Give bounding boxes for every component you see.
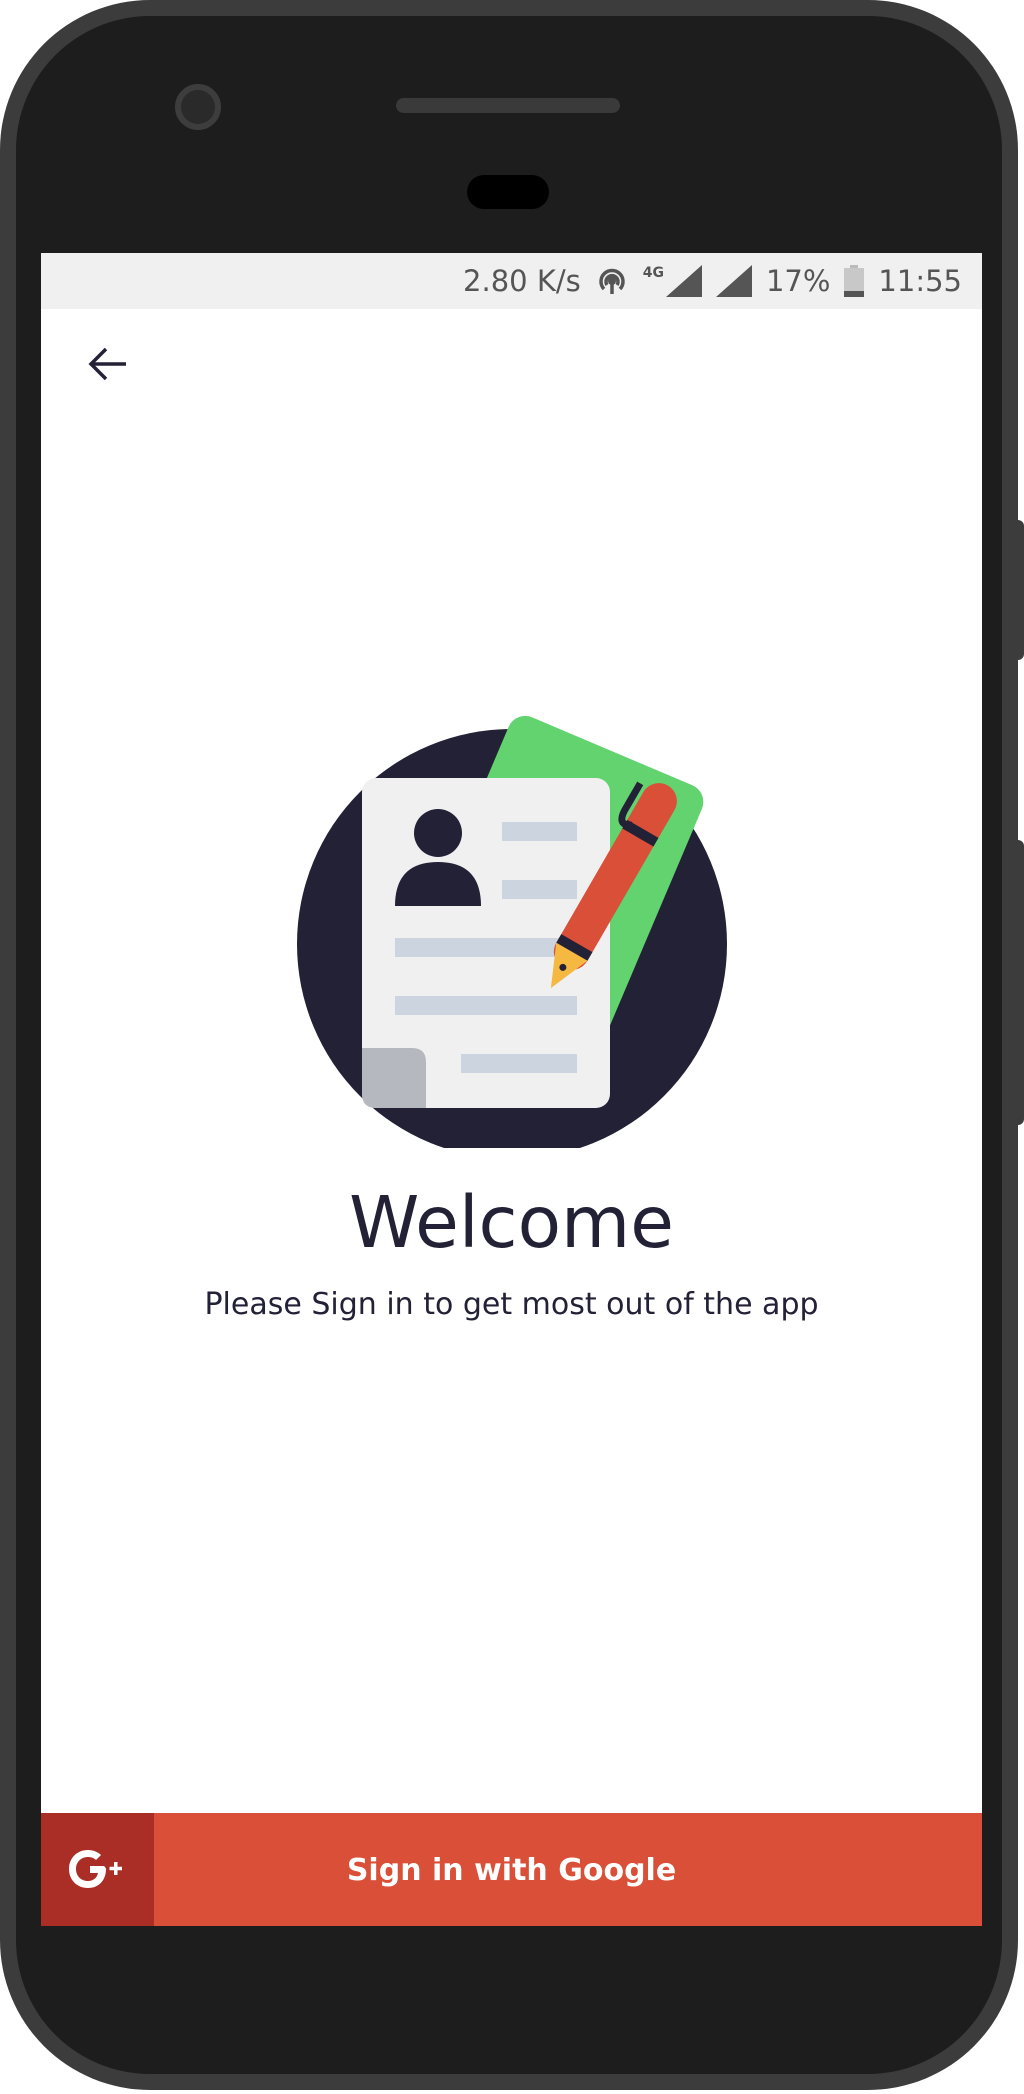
battery-percent: 17%: [765, 264, 831, 298]
signal-icon: [715, 265, 752, 297]
google-signin-button[interactable]: Sign in with Google: [41, 1813, 982, 1926]
back-button[interactable]: [79, 335, 137, 393]
battery-icon: [844, 265, 865, 297]
google-plus-icon: [68, 1850, 122, 1888]
front-camera: [175, 84, 221, 130]
profile-document-illustration: [297, 715, 727, 1148]
network-speed: 2.80 K/s: [463, 264, 581, 298]
welcome-subtitle: Please Sign in to get most out of the ap…: [204, 1287, 819, 1322]
proximity-sensor: [467, 175, 549, 209]
arrow-left-icon: [88, 347, 126, 381]
phone-side-button: [1018, 520, 1024, 660]
status-bar: 2.80 K/s 4G 17% 11:55: [41, 253, 982, 309]
phone-frame: 2.80 K/s 4G 17% 11:55 Welcome Please Sig…: [0, 0, 1024, 2090]
welcome-title: Welcome: [349, 1181, 674, 1264]
phone-top-button: [718, 0, 732, 16]
google-signin-label: Sign in with Google: [346, 1852, 677, 1888]
hotspot-icon: [595, 264, 629, 298]
phone-side-button: [1018, 840, 1024, 1125]
google-icon-container: [41, 1813, 154, 1926]
network-type: 4G: [642, 265, 664, 281]
app-screen: 2.80 K/s 4G 17% 11:55 Welcome Please Sig…: [41, 253, 982, 1926]
earpiece-speaker: [396, 98, 620, 113]
clock: 11:55: [878, 264, 962, 298]
mobile-data-icon: 4G: [643, 265, 702, 297]
